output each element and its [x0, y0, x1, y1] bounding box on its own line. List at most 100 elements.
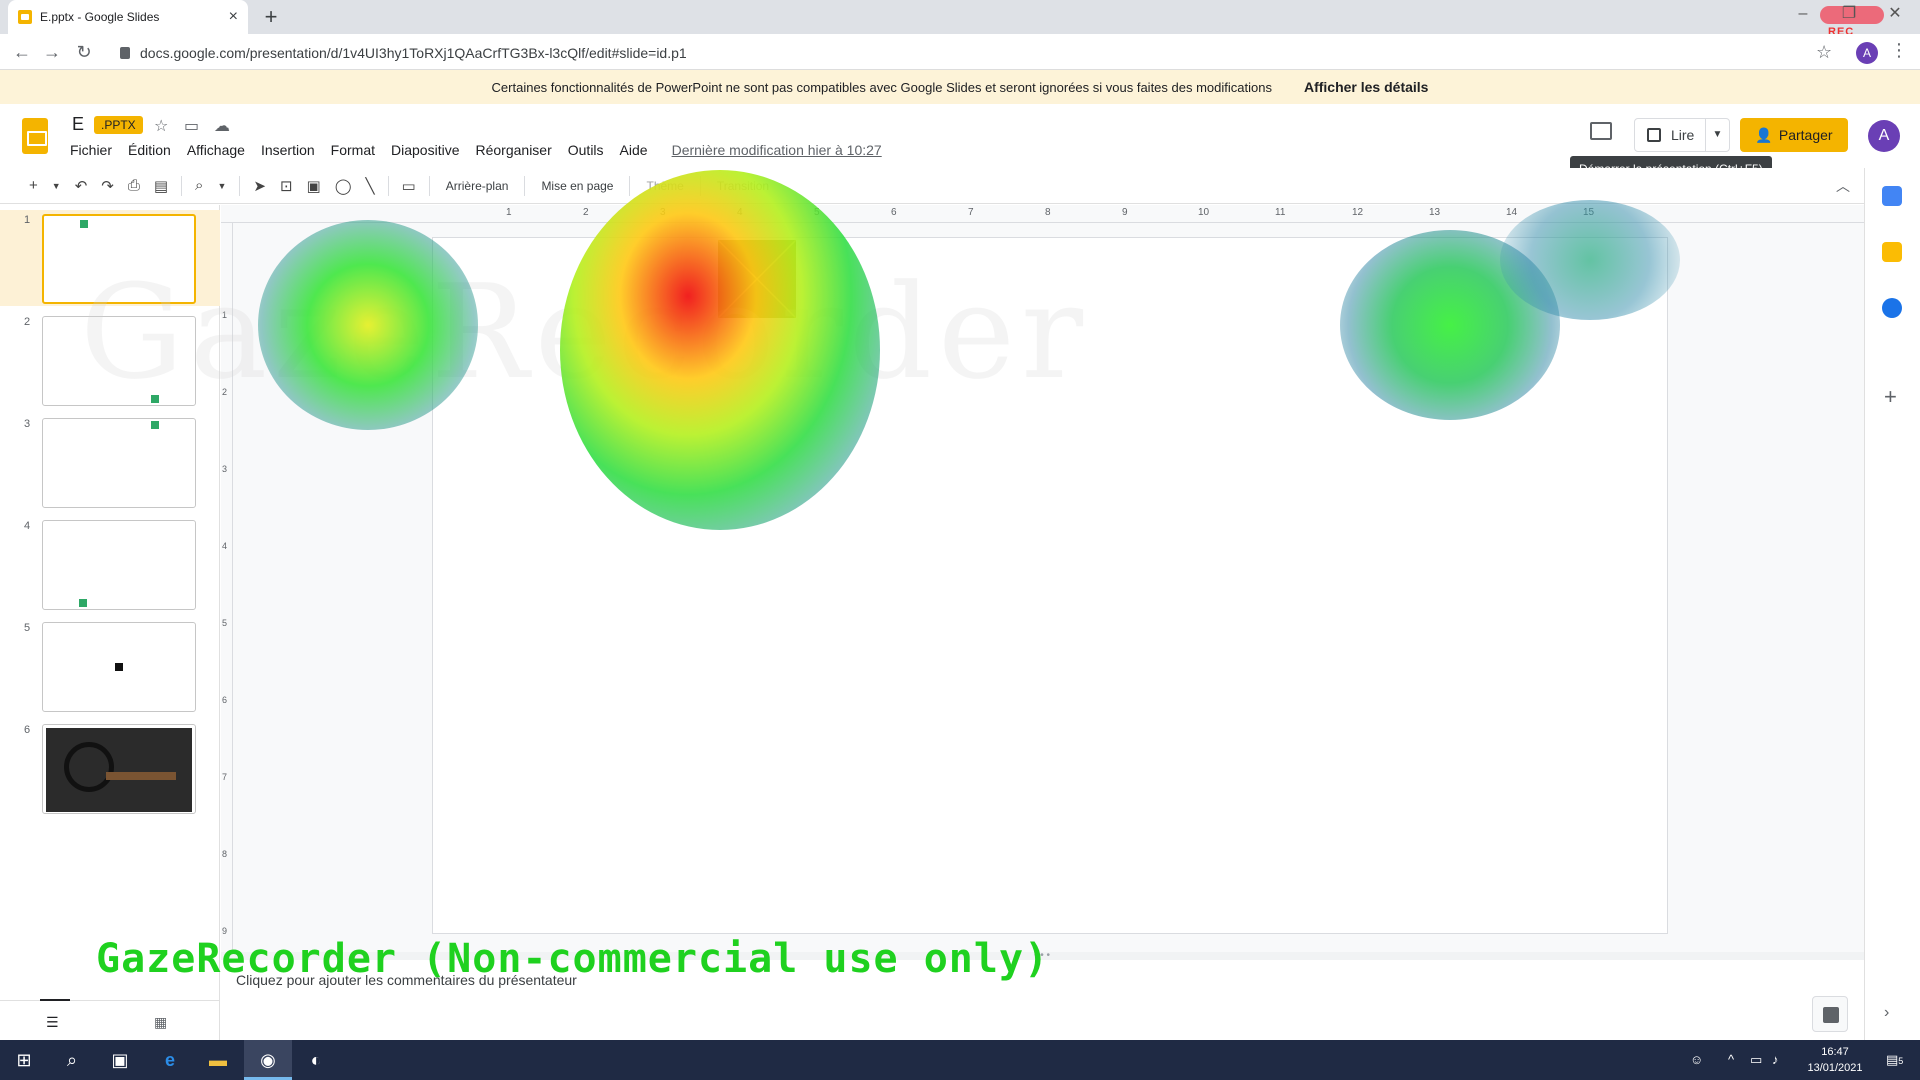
line-icon[interactable]: ╲ — [366, 177, 375, 195]
explore-icon[interactable] — [1812, 996, 1848, 1032]
clock-time: 16:47 — [1821, 1046, 1849, 1058]
tab-close-icon[interactable]: × — [229, 8, 238, 26]
transition-button[interactable]: Transition — [717, 179, 769, 193]
horizontal-ruler[interactable] — [221, 205, 1864, 223]
image-icon[interactable]: ▣ — [307, 177, 321, 195]
windows-start-icon[interactable]: ⊞ — [0, 1040, 48, 1080]
filmstrip-view-icon[interactable]: ☰ — [40, 999, 70, 1031]
add-addon-icon[interactable]: + — [1884, 384, 1897, 410]
text-box-icon[interactable]: ⊡ — [280, 177, 293, 195]
gazerecorder-app-icon[interactable]: ◐ — [292, 1040, 340, 1080]
toolbar-divider — [629, 175, 631, 196]
slide-number: 1 — [24, 214, 31, 226]
tray-expand-icon[interactable]: ^ — [1728, 1052, 1734, 1067]
new-tab-button[interactable]: + — [258, 4, 284, 30]
present-button[interactable]: Lire ▼ — [1634, 118, 1730, 152]
ruler-tick-label: 9 — [1122, 207, 1128, 218]
slide-number: 3 — [24, 418, 31, 430]
tab-title: E.pptx - Google Slides — [40, 10, 160, 24]
ruler-tick-label: 12 — [1352, 207, 1364, 218]
share-button[interactable]: 👤 Partager — [1740, 118, 1848, 152]
layout-button[interactable]: Mise en page — [541, 179, 613, 193]
search-icon[interactable]: ⌕ — [48, 1040, 96, 1080]
grid-view-icon[interactable]: ▦ — [154, 1014, 167, 1031]
slide-number: 4 — [24, 520, 31, 532]
print-icon[interactable]: ⎙ — [128, 177, 140, 194]
zoom-icon[interactable]: ⌕ — [195, 177, 203, 194]
pptx-format-badge: .PPTX — [94, 116, 143, 134]
volume-icon[interactable]: ♪ — [1772, 1052, 1779, 1067]
slide-thumbnail[interactable] — [42, 418, 196, 508]
slide-number: 5 — [24, 622, 31, 634]
calendar-icon[interactable] — [1882, 186, 1902, 206]
file-explorer-icon[interactable]: ▬ — [194, 1040, 242, 1080]
tasks-icon[interactable] — [1882, 298, 1902, 318]
task-view-icon[interactable]: ▣ — [96, 1040, 144, 1080]
collapse-toolbar-icon[interactable]: ︿ — [1836, 176, 1850, 196]
window-close-button[interactable]: ✕ — [1872, 0, 1918, 30]
menu-outils[interactable]: Outils — [568, 142, 604, 158]
menu-diapositive[interactable]: Diapositive — [391, 142, 459, 158]
present-dropdown-icon[interactable]: ▼ — [1705, 119, 1729, 151]
people-icon[interactable]: ☺ — [1690, 1052, 1703, 1067]
share-label: Partager — [1778, 127, 1833, 143]
notification-center-icon[interactable]: ▤5 — [1886, 1052, 1903, 1068]
background-button[interactable]: Arrière-plan — [446, 179, 509, 193]
expand-side-panel-icon[interactable]: › — [1884, 1004, 1889, 1022]
clock-date: 13/01/2021 — [1807, 1062, 1863, 1074]
network-icon[interactable]: ▭ — [1750, 1052, 1762, 1068]
redo-icon[interactable]: ↷ — [101, 177, 114, 195]
browser-tab[interactable]: E.pptx - Google Slides × — [8, 0, 248, 34]
chrome-icon[interactable]: ◉ — [244, 1040, 292, 1080]
theme-button[interactable]: Thème — [646, 179, 683, 193]
slides-favicon-icon — [18, 10, 32, 24]
move-folder-icon[interactable]: ▭ — [184, 116, 199, 136]
slide-number: 2 — [24, 316, 31, 328]
last-modified-link[interactable]: Dernière modification hier à 10:27 — [672, 142, 882, 158]
menu-insertion[interactable]: Insertion — [261, 142, 315, 158]
present-label: Lire — [1671, 127, 1695, 143]
bookmark-star-icon[interactable]: ☆ — [1816, 42, 1832, 63]
undo-icon[interactable]: ↶ — [75, 177, 88, 195]
new-slide-dropdown-icon[interactable]: ▼ — [52, 181, 61, 191]
slide-thumbnail[interactable] — [42, 622, 196, 712]
comment-history-icon[interactable] — [1590, 122, 1612, 140]
user-avatar[interactable]: A — [1868, 120, 1900, 152]
slide-thumbnail[interactable] — [42, 520, 196, 610]
gazerecorder-watermark: GazeRecorder — [80, 256, 1090, 408]
url-omnibox[interactable]: docs.google.com/presentation/d/1v4UI3hy1… — [110, 40, 1810, 66]
menu-edition[interactable]: Édition — [128, 142, 171, 158]
ruler-tick-label: 2 — [583, 207, 589, 218]
comment-add-icon[interactable]: ▭ — [402, 177, 416, 195]
menu-fichier[interactable]: Fichier — [70, 142, 112, 158]
document-title[interactable]: E — [72, 114, 84, 135]
star-icon[interactable]: ☆ — [154, 116, 168, 136]
toolbar-divider — [699, 175, 701, 196]
edge-browser-icon[interactable]: e — [146, 1040, 194, 1080]
google-slides-logo-icon[interactable] — [22, 118, 48, 154]
cloud-status-icon[interactable]: ☁ — [214, 116, 230, 136]
menu-reorganiser[interactable]: Réorganiser — [475, 142, 551, 158]
forward-arrow-icon[interactable]: → — [40, 42, 64, 63]
browser-menu-icon[interactable]: ⋮ — [1890, 40, 1908, 61]
ruler-tick-label: 1 — [506, 207, 512, 218]
ruler-tick-label: 3 — [660, 207, 666, 218]
browser-profile-avatar[interactable]: A — [1856, 42, 1878, 64]
keep-icon[interactable] — [1882, 242, 1902, 262]
new-slide-icon[interactable]: + — [29, 177, 38, 194]
back-arrow-icon[interactable]: ← — [10, 42, 34, 63]
restore-button[interactable]: ❐ — [1826, 0, 1872, 30]
share-person-icon: 👤 — [1755, 126, 1773, 143]
reload-icon[interactable]: ↻ — [72, 42, 96, 63]
toolbar-divider — [428, 175, 430, 196]
menu-format[interactable]: Format — [331, 142, 375, 158]
zoom-dropdown-icon[interactable]: ▼ — [217, 181, 226, 191]
menu-aide[interactable]: Aide — [620, 142, 648, 158]
taskbar-clock[interactable]: 16:47 13/01/2021 — [1790, 1044, 1880, 1076]
select-cursor-icon[interactable]: ➤ — [253, 177, 266, 195]
minimize-button[interactable]: – — [1780, 0, 1826, 30]
menu-affichage[interactable]: Affichage — [187, 142, 245, 158]
show-details-link[interactable]: Afficher les détails — [1304, 79, 1429, 95]
shape-icon[interactable]: ◯ — [335, 177, 352, 195]
paint-format-icon[interactable]: ▤ — [154, 177, 168, 195]
